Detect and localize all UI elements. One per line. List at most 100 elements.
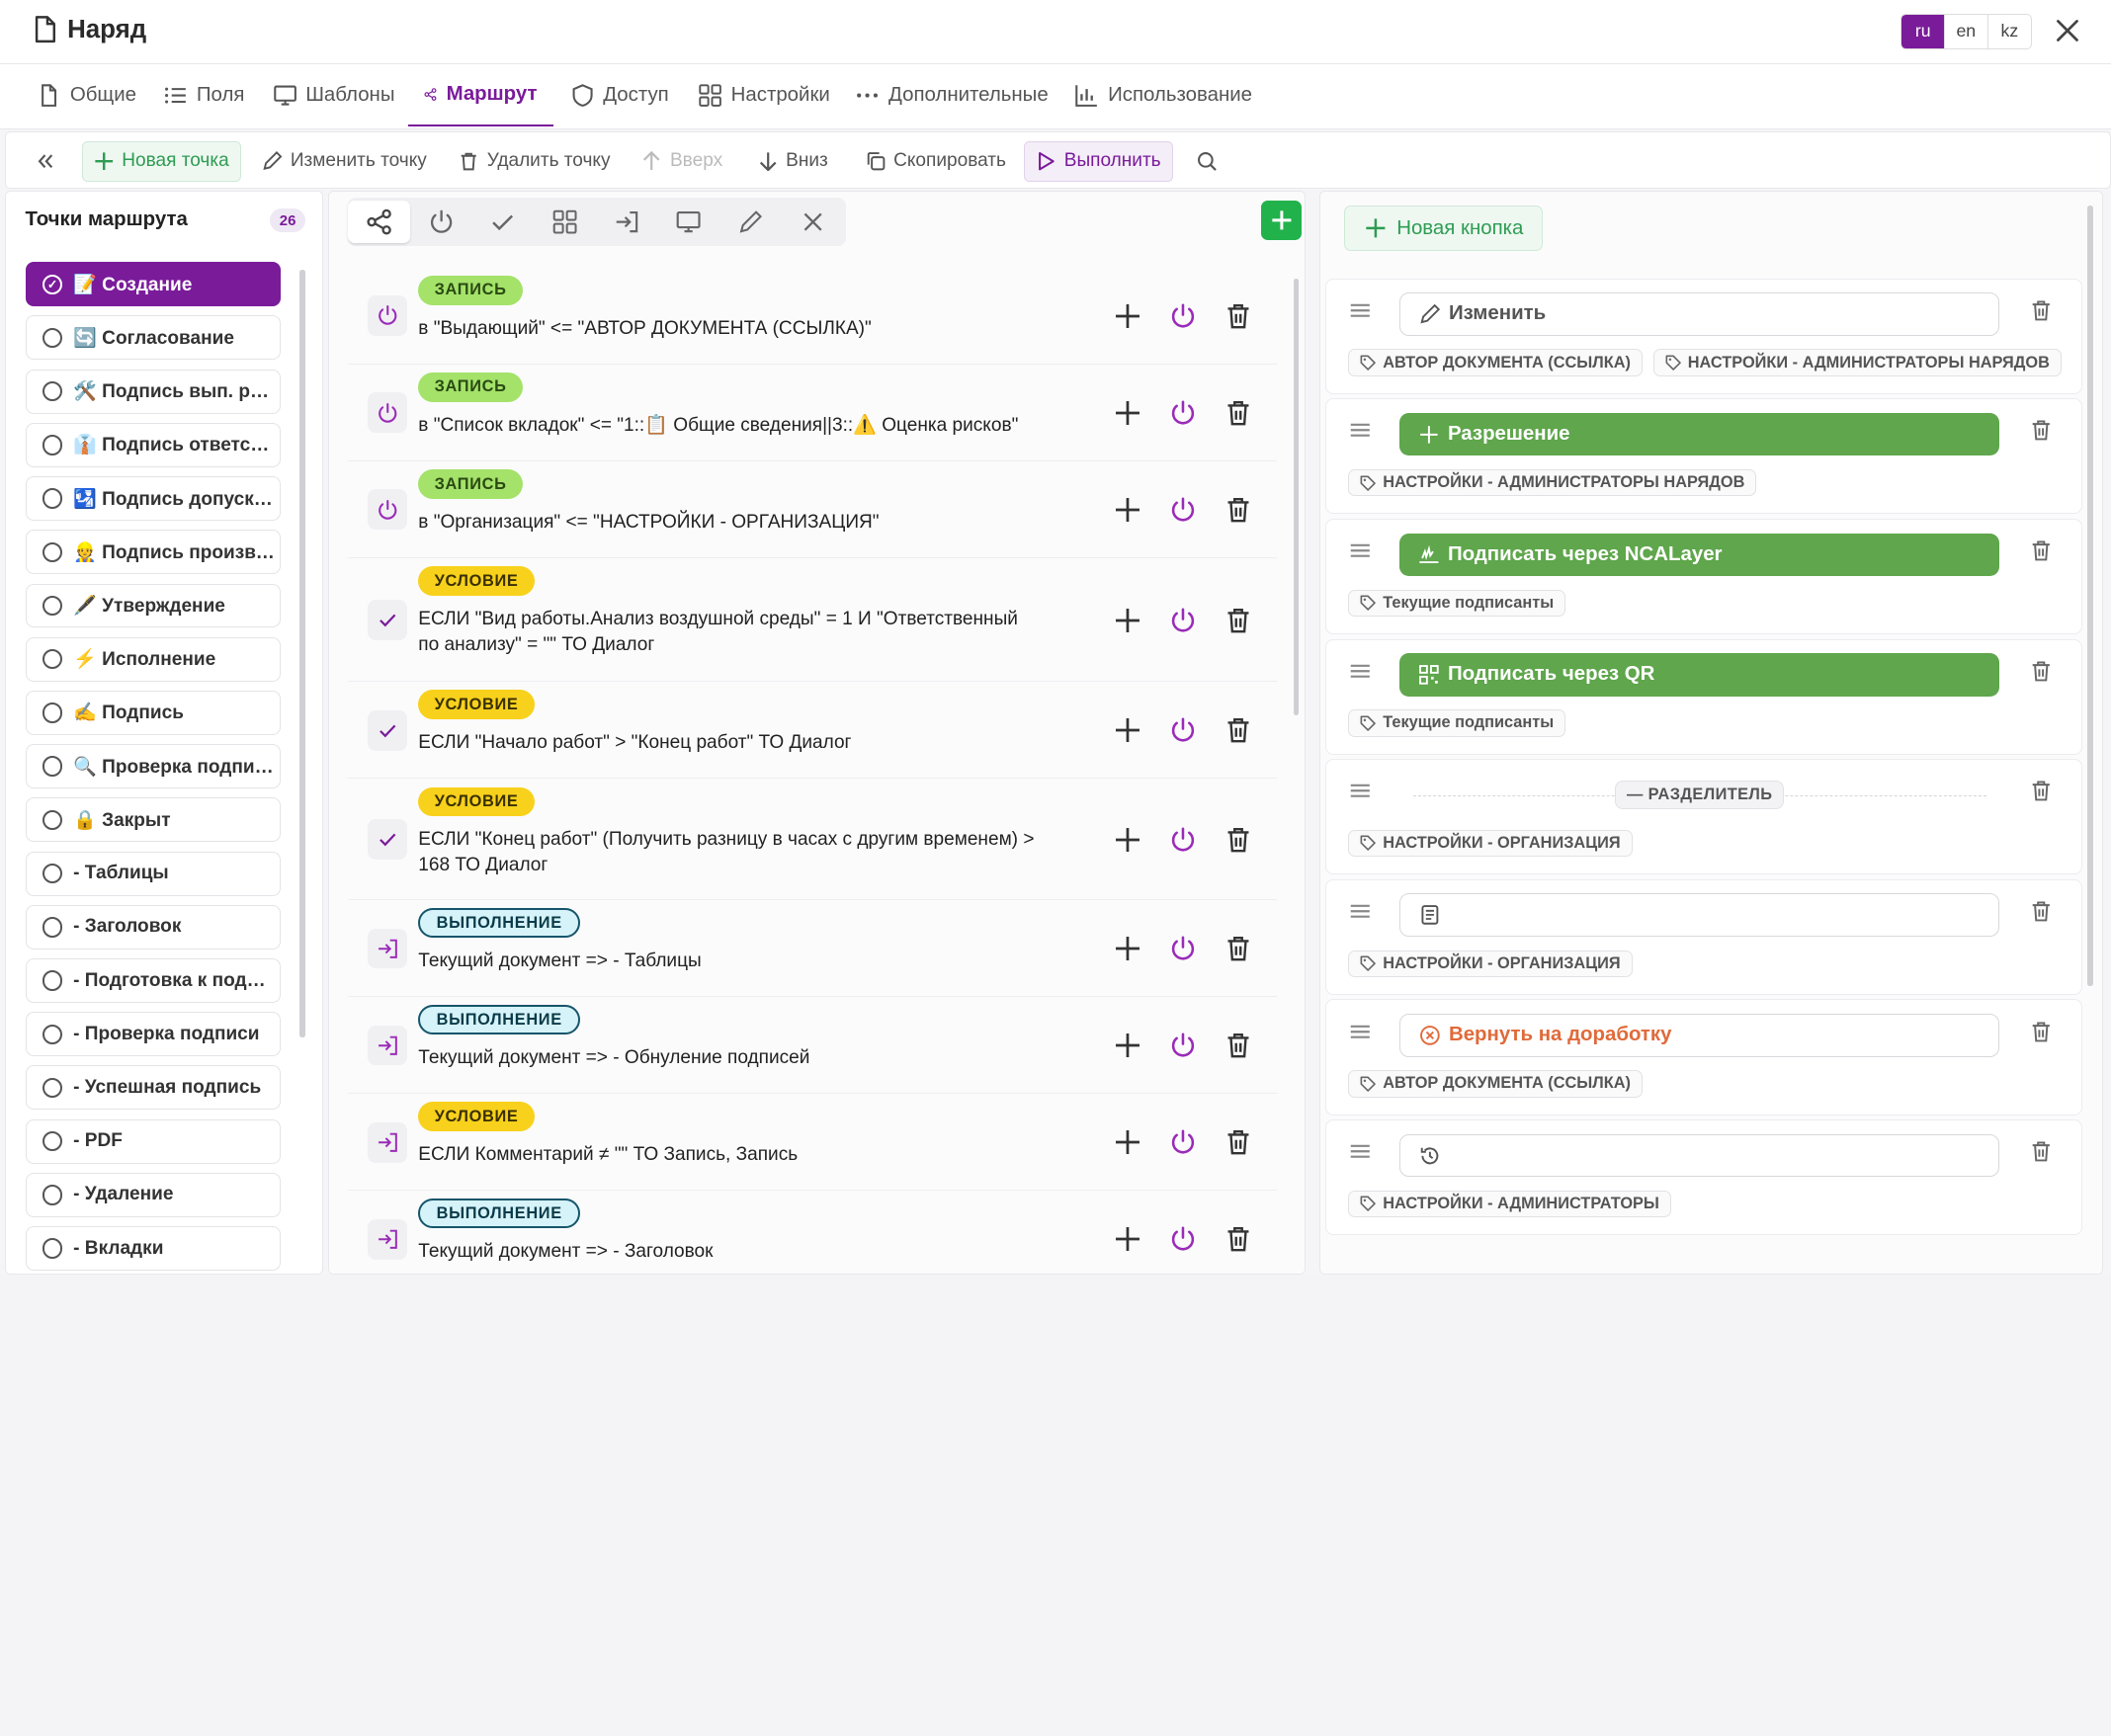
delete-step-button[interactable] xyxy=(1224,1031,1253,1066)
filter-execute-button[interactable] xyxy=(596,201,658,244)
route-point-item[interactable]: 🖋️ Утверждение xyxy=(25,583,282,628)
route-point-item[interactable]: 🔄 Согласование xyxy=(25,315,282,361)
tab-route[interactable]: Маршрут xyxy=(407,64,553,127)
delete-button-card[interactable] xyxy=(2029,1020,2054,1044)
move-down-button[interactable]: Вниз xyxy=(747,141,839,182)
search-button[interactable] xyxy=(1186,141,1227,182)
route-point-item[interactable]: ✍️ Подпись xyxy=(25,690,282,735)
route-step[interactable]: ВЫПОЛНЕНИЕ Текущий документ => - Таблицы xyxy=(348,900,1278,998)
delete-button-card[interactable] xyxy=(2029,298,2054,323)
route-step[interactable]: УСЛОВИЕ ЕСЛИ "Конец работ" (Получить раз… xyxy=(348,779,1278,900)
route-step[interactable]: ВЫПОЛНЕНИЕ Текущий документ => - Обнулен… xyxy=(348,997,1278,1095)
route-point-item[interactable]: - Успешная подпись xyxy=(25,1065,282,1111)
add-substep-button[interactable] xyxy=(1113,606,1142,641)
route-step[interactable]: УСЛОВИЕ ЕСЛИ "Начало работ" > "Конец раб… xyxy=(348,682,1278,780)
filter-cancel-button[interactable] xyxy=(782,201,844,244)
drag-handle[interactable] xyxy=(1348,418,1373,443)
filter-display-button[interactable] xyxy=(658,201,720,244)
route-step[interactable]: ЗАПИСЬ в "Список вкладок" <= "1::📋 Общие… xyxy=(348,365,1278,461)
route-point-item[interactable]: 🔍 Проверка подписи xyxy=(25,744,282,789)
toggle-step-button[interactable] xyxy=(1168,301,1198,337)
new-point-button[interactable]: Новая точка xyxy=(81,140,241,182)
action-button-preview[interactable] xyxy=(1398,1133,2000,1178)
delete-step-button[interactable] xyxy=(1224,398,1253,434)
right-scrollbar[interactable] xyxy=(2087,206,2093,987)
filter-condition-button[interactable] xyxy=(472,201,535,244)
collapse-button[interactable] xyxy=(26,141,67,182)
action-button-preview[interactable]: Подписать через QR xyxy=(1398,653,2000,697)
route-step[interactable]: ЗАПИСЬ в "Выдающий" <= "АВТОР ДОКУМЕНТА … xyxy=(348,268,1278,365)
route-point-item[interactable]: 🛠️ Подпись вып. работ xyxy=(25,369,282,414)
toggle-step-button[interactable] xyxy=(1168,715,1198,751)
route-step[interactable]: УСЛОВИЕ ЕСЛИ Комментарий ≠ "" ТО Запись,… xyxy=(348,1094,1278,1192)
filter-edit-button[interactable] xyxy=(719,201,782,244)
tab-additional[interactable]: Дополнительные xyxy=(856,64,1049,126)
toggle-step-button[interactable] xyxy=(1168,934,1198,969)
route-step[interactable]: ЗАПИСЬ в "Организация" <= "НАСТРОЙКИ - О… xyxy=(348,461,1278,558)
toggle-step-button[interactable] xyxy=(1168,1031,1198,1066)
add-substep-button[interactable] xyxy=(1113,1224,1142,1260)
add-substep-button[interactable] xyxy=(1113,495,1142,531)
route-point-item[interactable]: 👷 Подпись производителя xyxy=(25,530,282,575)
left-scrollbar[interactable] xyxy=(299,270,305,1037)
separator-preview[interactable]: — РАЗДЕЛИТЕЛЬ xyxy=(1399,777,2000,814)
toggle-step-button[interactable] xyxy=(1168,495,1198,531)
action-button-preview[interactable]: Вернуть на доработку xyxy=(1398,1014,2000,1057)
delete-button-card[interactable] xyxy=(2029,1139,2054,1164)
action-button-preview[interactable]: Изменить xyxy=(1398,292,2000,336)
route-point-item[interactable]: ✓ 📝 Создание xyxy=(25,262,282,307)
add-substep-button[interactable] xyxy=(1113,825,1142,861)
route-step[interactable]: ВЫПОЛНЕНИЕ Текущий документ => - Заголов… xyxy=(348,1191,1277,1274)
add-substep-button[interactable] xyxy=(1113,1127,1142,1163)
filter-grid-button[interactable] xyxy=(534,201,596,244)
delete-step-button[interactable] xyxy=(1224,825,1253,861)
delete-step-button[interactable] xyxy=(1224,1224,1253,1260)
delete-step-button[interactable] xyxy=(1224,934,1253,969)
tab-access[interactable]: Доступ xyxy=(571,64,669,126)
delete-step-button[interactable] xyxy=(1224,495,1253,531)
lang-ru[interactable]: ru xyxy=(1901,14,1945,49)
route-point-item[interactable]: - Удаление xyxy=(25,1172,282,1217)
drag-handle[interactable] xyxy=(1348,659,1373,684)
route-point-item[interactable]: ⚡ Исполнение xyxy=(25,636,282,682)
tab-usage[interactable]: Использование xyxy=(1075,64,1252,126)
drag-handle[interactable] xyxy=(1348,298,1373,323)
move-up-button[interactable]: Вверх xyxy=(631,141,733,182)
tab-templates[interactable]: Шаблоны xyxy=(273,64,395,126)
new-button[interactable]: Новая кнопка xyxy=(1344,206,1544,252)
edit-point-button[interactable]: Изменить точку xyxy=(251,141,437,182)
add-substep-button[interactable] xyxy=(1113,398,1142,434)
route-point-item[interactable]: - Заголовок xyxy=(25,904,282,950)
toggle-step-button[interactable] xyxy=(1168,1224,1198,1260)
toggle-step-button[interactable] xyxy=(1168,398,1198,434)
action-button-preview[interactable] xyxy=(1398,893,2000,937)
add-substep-button[interactable] xyxy=(1113,715,1142,751)
close-icon[interactable] xyxy=(2053,16,2082,45)
delete-step-button[interactable] xyxy=(1224,715,1253,751)
route-point-item[interactable]: - PDF xyxy=(25,1118,282,1164)
middle-scrollbar[interactable] xyxy=(1293,278,1300,716)
route-point-item[interactable]: - Подготовка к подписи xyxy=(25,958,282,1003)
tab-settings[interactable]: Настройки xyxy=(699,64,830,126)
drag-handle[interactable] xyxy=(1348,779,1373,803)
delete-point-button[interactable]: Удалить точку xyxy=(448,141,621,182)
lang-en[interactable]: en xyxy=(1945,14,1988,49)
toggle-step-button[interactable] xyxy=(1168,606,1198,641)
filter-write-button[interactable] xyxy=(410,201,472,244)
drag-handle[interactable] xyxy=(1348,1139,1373,1164)
run-button[interactable]: Выполнить xyxy=(1024,140,1173,182)
delete-step-button[interactable] xyxy=(1224,1127,1253,1163)
route-step[interactable]: УСЛОВИЕ ЕСЛИ "Вид работы.Анализ воздушно… xyxy=(348,558,1278,683)
add-step-button[interactable] xyxy=(1261,200,1302,241)
route-point-item[interactable]: - Таблицы xyxy=(25,851,282,896)
drag-handle[interactable] xyxy=(1348,1020,1373,1044)
toggle-step-button[interactable] xyxy=(1168,1127,1198,1163)
add-substep-button[interactable] xyxy=(1113,301,1142,337)
add-substep-button[interactable] xyxy=(1113,1031,1142,1066)
delete-button-card[interactable] xyxy=(2029,538,2054,563)
route-point-item[interactable]: 🔒 Закрыт xyxy=(25,797,282,843)
action-button-preview[interactable]: Подписать через NCALayer xyxy=(1398,533,2000,577)
tab-fields[interactable]: Поля xyxy=(164,64,244,126)
delete-step-button[interactable] xyxy=(1224,301,1253,337)
delete-step-button[interactable] xyxy=(1224,606,1253,641)
